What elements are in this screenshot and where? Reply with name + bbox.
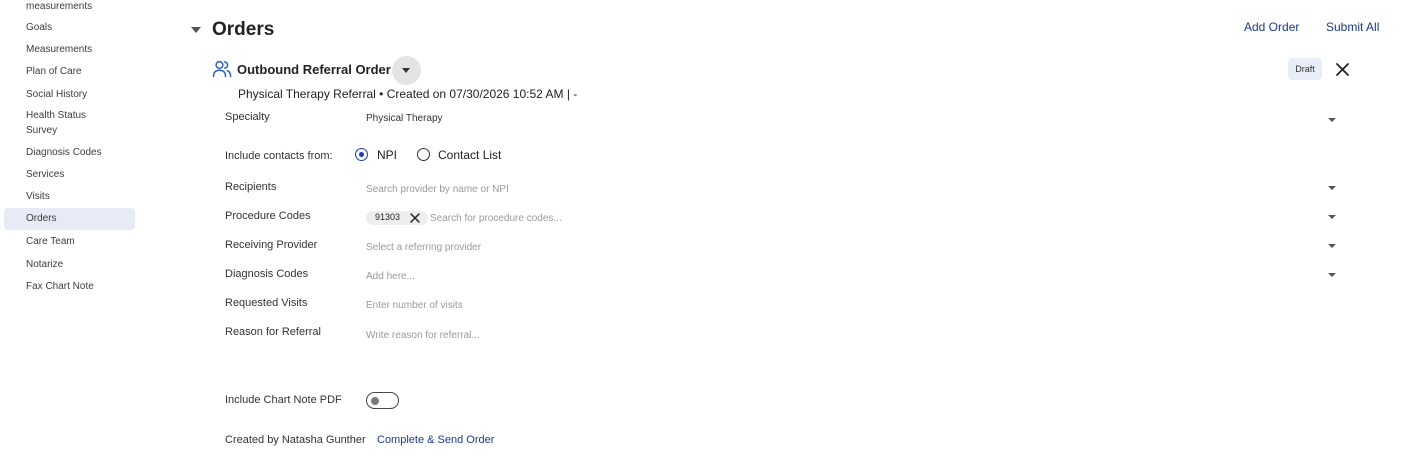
sidebar-item-measurements[interactable]: Measurements — [4, 42, 135, 57]
diagnosis-codes-label: Diagnosis Codes — [225, 268, 309, 280]
specialty-dropdown-icon[interactable] — [1328, 118, 1336, 122]
order-title: Outbound Referral Order — [237, 62, 391, 77]
chart-note-toggle[interactable] — [366, 392, 399, 409]
recipients-input[interactable] — [366, 181, 1306, 197]
submit-all-button[interactable]: Submit All — [1326, 20, 1379, 34]
contacts-label: Include contacts from: — [225, 150, 333, 162]
requested-visits-input[interactable] — [366, 297, 1306, 313]
sidebar-item-goals[interactable]: Goals — [4, 20, 135, 35]
recipients-dropdown-icon[interactable] — [1328, 186, 1336, 190]
sidebar-item-measurements-lower[interactable]: measurements — [4, 0, 135, 14]
procedure-codes-label: Procedure Codes — [225, 210, 311, 222]
sidebar-item-notarize[interactable]: Notarize — [4, 257, 135, 272]
procedure-codes-dropdown-icon[interactable] — [1328, 215, 1336, 219]
contact-list-radio-label[interactable]: Contact List — [438, 148, 501, 162]
add-order-button[interactable]: Add Order — [1244, 20, 1299, 34]
sidebar-item-diagnosis-codes[interactable]: Diagnosis Codes — [4, 145, 135, 160]
order-expand-toggle[interactable] — [392, 56, 421, 85]
sidebar-item-fax-chart-note[interactable]: Fax Chart Note — [4, 279, 135, 294]
procedure-code-chip-label: 91303 — [375, 212, 401, 222]
specialty-label: Specialty — [225, 111, 270, 123]
specialty-select[interactable]: Physical Therapy — [366, 113, 443, 124]
contact-list-radio[interactable] — [417, 148, 430, 161]
receiving-provider-dropdown-icon[interactable] — [1328, 244, 1336, 248]
requested-visits-label: Requested Visits — [225, 297, 308, 309]
status-badge: Draft — [1288, 58, 1322, 80]
procedure-codes-search-input[interactable] — [430, 210, 1310, 226]
procedure-code-chip: 91303 — [366, 211, 428, 225]
diagnosis-codes-dropdown-icon[interactable] — [1328, 273, 1336, 277]
sidebar-item-visits[interactable]: Visits — [4, 189, 135, 204]
receiving-provider-label: Receiving Provider — [225, 239, 318, 251]
reason-for-referral-label: Reason for Referral — [225, 326, 321, 338]
sidebar-item-social-history[interactable]: Social History — [4, 87, 135, 102]
recipients-label: Recipients — [225, 181, 277, 193]
sidebar-item-orders[interactable]: Orders — [4, 208, 135, 230]
order-subtitle: Physical Therapy Referral • Created on 0… — [238, 87, 578, 101]
npi-radio[interactable] — [355, 148, 368, 161]
diagnosis-codes-input[interactable] — [366, 268, 1306, 284]
page-title: Orders — [212, 19, 275, 40]
chart-note-label: Include Chart Note PDF — [225, 394, 342, 406]
users-icon — [212, 60, 232, 78]
receiving-provider-input[interactable] — [366, 239, 1306, 255]
sidebar-item-care-team[interactable]: Care Team — [4, 234, 135, 249]
reason-for-referral-input[interactable] — [366, 327, 1306, 343]
sidebar-item-health-status-survey[interactable]: Health Status Survey — [4, 108, 114, 138]
npi-radio-label[interactable]: NPI — [377, 148, 397, 162]
sidebar-item-services[interactable]: Services — [4, 167, 135, 182]
complete-send-order-button[interactable]: Complete & Send Order — [377, 434, 494, 446]
toggle-knob — [371, 396, 379, 405]
sidebar-item-plan-of-care[interactable]: Plan of Care — [4, 64, 135, 79]
sidebar: measurements Goals Measurements Plan of … — [0, 0, 140, 463]
close-icon[interactable] — [1335, 62, 1350, 77]
remove-chip-icon[interactable] — [410, 213, 420, 223]
created-by-text: Created by Natasha Gunther — [225, 434, 366, 446]
collapse-section-icon[interactable] — [191, 27, 201, 33]
